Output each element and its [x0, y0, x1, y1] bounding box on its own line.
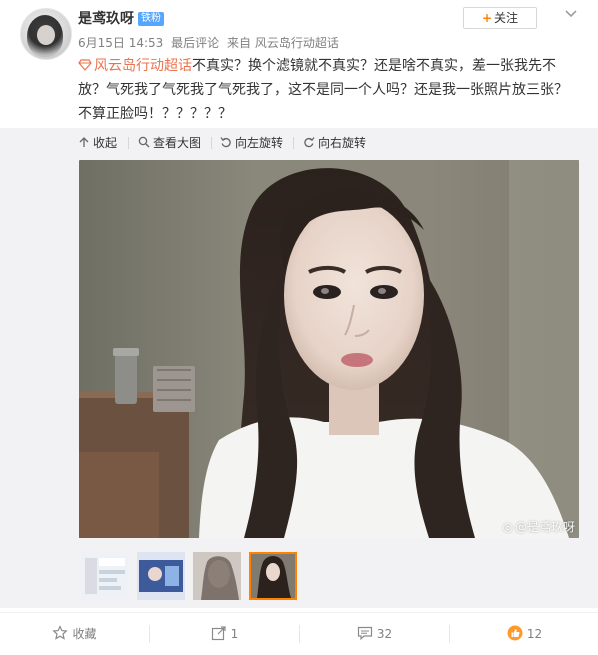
watermark: ◎ @是鸢玖呀 — [503, 520, 576, 534]
view-large-button[interactable]: 查看大图 — [138, 135, 201, 151]
arrow-up-icon — [79, 137, 89, 147]
thumbnail-2-image — [137, 552, 185, 600]
tool-divider — [293, 137, 294, 149]
thumbnail-1[interactable] — [81, 552, 129, 600]
favorite-button[interactable]: 收藏 — [0, 613, 149, 655]
favorite-label: 收藏 — [72, 627, 97, 641]
tool-divider — [211, 137, 212, 149]
thumbnail-3[interactable] — [193, 552, 241, 600]
photo-illustration — [79, 160, 579, 538]
collapse-button[interactable]: 收起 — [78, 135, 117, 151]
chevron-down-icon[interactable] — [563, 6, 579, 22]
topic-link[interactable]: 风云岛行动超话 — [78, 58, 192, 74]
comment-button[interactable]: 32 — [300, 613, 449, 655]
post-date[interactable]: 6月15日 14:53 — [78, 36, 163, 50]
comment-icon — [357, 626, 372, 641]
weibo-logo-icon: ◎ — [502, 520, 513, 534]
rotate-right-icon — [304, 137, 315, 148]
thumbnail-1-image — [81, 552, 129, 600]
magnifier-icon — [138, 136, 150, 148]
topic-label: 风云岛行动超话 — [94, 58, 192, 74]
repost-button[interactable]: 1 — [150, 613, 299, 655]
comment-count: 32 — [376, 627, 393, 641]
post-status: 最后评论 — [171, 36, 220, 50]
action-bar: 收藏 1 32 12 — [0, 612, 598, 655]
avatar[interactable] — [20, 8, 72, 60]
source-prefix: 来自 — [226, 36, 251, 50]
rotate-left-label: 向左旋转 — [235, 136, 284, 150]
view-large-label: 查看大图 — [153, 136, 202, 150]
main-photo[interactable]: ◎ @是鸢玖呀 — [79, 160, 579, 538]
post-source[interactable]: 风云岛行动超话 — [255, 36, 339, 50]
thumb-up-icon — [507, 625, 523, 641]
weibo-post: 是鸢玖呀 铁粉 + 关注 6月15日 14:53 最后评论 来自 风云岛行动超话 … — [0, 0, 598, 655]
follow-label: 关注 — [494, 11, 519, 25]
share-icon — [211, 626, 226, 641]
thumbnail-4[interactable] — [249, 552, 297, 600]
thumbnail-2[interactable] — [137, 552, 185, 600]
like-count: 12 — [526, 627, 543, 641]
thumbnail-3-image — [193, 552, 241, 600]
post-content: 风云岛行动超话不真实？换个滤镜就不真实？还是啥不真实，差一张我先不放？气死我了气… — [78, 54, 578, 126]
rotate-right-label: 向右旋转 — [318, 136, 367, 150]
rotate-right-button[interactable]: 向右旋转 — [303, 135, 366, 151]
follow-button[interactable]: + 关注 — [463, 7, 537, 29]
plus-icon: + — [481, 11, 493, 25]
repost-count: 1 — [230, 627, 239, 641]
avatar-face — [37, 25, 55, 45]
thumbnail-4-image — [251, 554, 295, 598]
rotate-left-icon — [220, 137, 231, 148]
tool-divider — [128, 137, 129, 149]
rotate-left-button[interactable]: 向左旋转 — [220, 135, 283, 151]
watermark-text: @是鸢玖呀 — [514, 520, 575, 534]
star-icon — [52, 625, 69, 640]
collapse-label: 收起 — [93, 136, 118, 150]
fan-badge: 铁粉 — [138, 12, 164, 26]
like-button[interactable]: 12 — [450, 613, 598, 655]
thumbnail-strip — [0, 540, 598, 608]
post-meta: 6月15日 14:53 最后评论 来自 风云岛行动超话 — [78, 35, 339, 51]
diamond-icon — [78, 59, 92, 71]
username[interactable]: 是鸢玖呀 — [78, 10, 134, 28]
